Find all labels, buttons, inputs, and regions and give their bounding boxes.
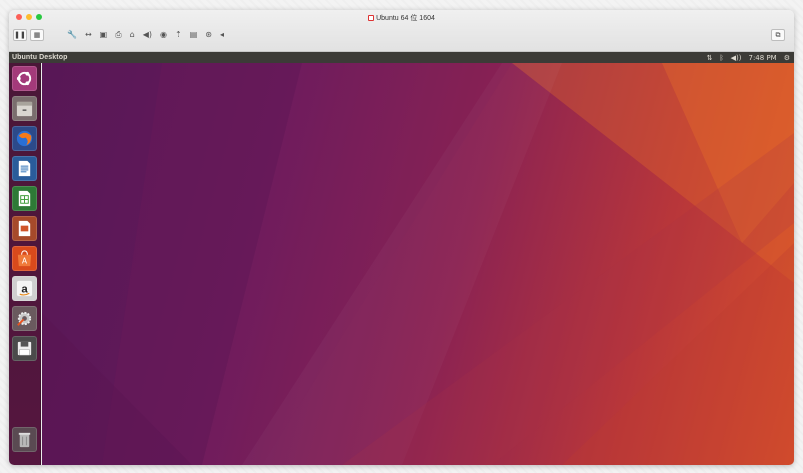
unity-launcher: A a [9,63,41,465]
launcher-firefox[interactable] [12,126,37,151]
indicator-area: ⇅ ᛒ ◀)) 7:48 PM ⚙ [707,52,790,63]
launcher-writer[interactable] [12,156,37,181]
bluetooth-indicator-icon[interactable]: ᛒ [719,54,723,62]
launcher-files[interactable] [12,96,37,121]
floppy-icon[interactable]: ▤ [190,31,198,39]
launcher-impress[interactable] [12,216,37,241]
window-title-text: Ubuntu 64 位 1604 [376,15,435,22]
settings-wrench-icon[interactable]: 🔧 [67,31,77,39]
device-icons: 🔧 ↔ ▣ ⎙ ⌂ ◀) ◉ ⇡ ▤ ⊛ ◂ [67,31,224,39]
cd-icon[interactable]: ⊛ [205,31,212,39]
fullscreen-button[interactable]: ⧉ [771,29,785,41]
launcher-floppy[interactable] [12,336,37,361]
ubuntu-top-panel: Ubuntu Desktop ⇅ ᛒ ◀)) 7:48 PM ⚙ [9,52,794,63]
calc-spreadsheet-icon [18,190,31,207]
volume-indicator-icon[interactable]: ◀)) [731,54,742,62]
resize-icon[interactable]: ↔ [85,31,92,39]
pause-button[interactable]: ❚❚ [13,29,27,41]
launcher-software-center[interactable]: A [12,246,37,271]
software-bag-icon: A [17,250,32,267]
launcher-calc[interactable] [12,186,37,211]
snapshot-button[interactable]: ▦ [30,29,44,41]
firefox-icon [16,130,33,147]
amazon-icon: a [16,280,33,297]
camera-icon[interactable]: ⌂ [130,31,135,39]
usb-icon[interactable]: ◉ [160,31,167,39]
desktop-wallpaper[interactable] [42,63,794,465]
svg-text:a: a [21,283,28,295]
file-cabinet-icon [16,101,33,117]
ubuntu-logo-icon [16,71,32,86]
svg-text:A: A [22,256,28,265]
sound-icon[interactable]: ◀) [143,31,152,39]
floppy-disk-icon [17,341,32,356]
vm-toolbar: ❚❚ ▦ 🔧 ↔ ▣ ⎙ ⌂ ◀) ◉ ⇡ ▤ ⊛ ◂ ⧉ [13,27,790,43]
network-indicator-icon[interactable]: ⇅ [707,54,713,62]
network-icon[interactable]: ⇡ [175,31,182,39]
clock[interactable]: 7:48 PM [749,54,777,62]
launcher-system-settings[interactable] [12,306,37,331]
panel-title: Ubuntu Desktop [12,54,68,61]
printer-icon[interactable]: ⎙ [115,31,121,39]
more-arrow-icon[interactable]: ◂ [220,31,224,39]
impress-presentation-icon [18,220,31,237]
wallpaper-shapes [42,63,794,465]
vm-icon [368,15,375,21]
guest-screen[interactable]: Ubuntu Desktop ⇅ ᛒ ◀)) 7:48 PM ⚙ A a [9,52,794,465]
vm-window: Ubuntu 64 位 1604 ❚❚ ▦ 🔧 ↔ ▣ ⎙ ⌂ ◀) ◉ ⇡ ▤… [9,10,794,465]
disk-icon[interactable]: ▣ [100,31,108,39]
launcher-trash[interactable] [12,427,37,452]
writer-document-icon [18,160,31,177]
trash-icon [18,432,31,448]
session-gear-icon[interactable]: ⚙ [784,54,790,62]
vm-titlebar: Ubuntu 64 位 1604 ❚❚ ▦ 🔧 ↔ ▣ ⎙ ⌂ ◀) ◉ ⇡ ▤… [9,10,794,52]
window-title: Ubuntu 64 位 1604 [9,13,794,23]
launcher-amazon[interactable]: a [12,276,37,301]
launcher-dash-home[interactable] [12,66,37,91]
settings-gear-icon [17,311,32,326]
